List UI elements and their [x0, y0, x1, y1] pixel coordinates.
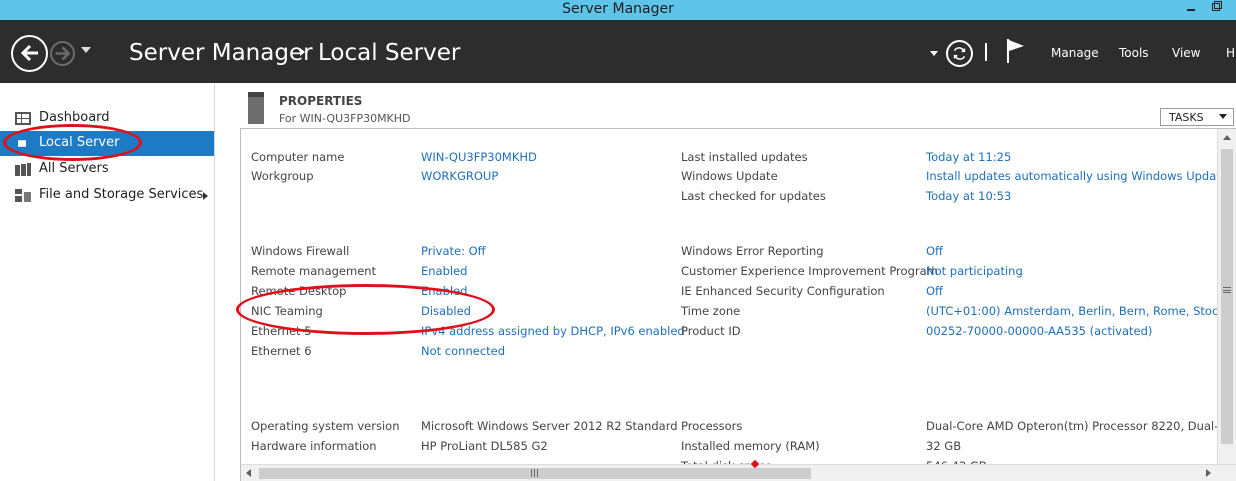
- prop-label-error-reporting: Windows Error Reporting: [681, 244, 824, 258]
- breadcrumb-local-server: Local Server: [318, 40, 461, 66]
- prop-value-ceip[interactable]: Not participating: [926, 264, 1023, 278]
- horizontal-scrollbar[interactable]: [241, 464, 1236, 481]
- prop-label-ethernet-6: Ethernet 6: [251, 344, 312, 358]
- server-tile-icon: [248, 92, 264, 124]
- prop-value-os-version: Microsoft Windows Server 2012 R2 Standar…: [421, 419, 678, 433]
- sidebar-item-label: All Servers: [39, 161, 109, 176]
- prop-label-workgroup: Workgroup: [251, 169, 314, 183]
- grip-icon: [531, 469, 538, 477]
- prop-label-windows-firewall: Windows Firewall: [251, 244, 350, 258]
- prop-label-last-installed-updates: Last installed updates: [681, 150, 808, 164]
- prop-value-processors: Dual-Core AMD Opteron(tm) Processor 8220…: [926, 419, 1236, 433]
- menu-view[interactable]: View: [1172, 46, 1200, 60]
- prop-value-error-reporting[interactable]: Off: [926, 244, 943, 258]
- prop-label-processors: Processors: [681, 419, 743, 433]
- restore-button[interactable]: [1204, 0, 1230, 20]
- minimize-button[interactable]: [1178, 0, 1204, 20]
- prop-label-installed-memory: Installed memory (RAM): [681, 439, 820, 453]
- scroll-right-icon[interactable]: [1206, 469, 1211, 477]
- dashboard-icon: [15, 112, 31, 125]
- server-icon: [18, 140, 26, 147]
- servers-icon: [15, 163, 31, 176]
- sidebar-item-local-server[interactable]: Local Server: [0, 131, 214, 156]
- prop-label-os-version: Operating system version: [251, 419, 400, 433]
- prop-value-nic-teaming[interactable]: Disabled: [421, 304, 471, 318]
- restore-icon: [1212, 1, 1222, 11]
- header-bar: Server Manager Local Server Manage Tools…: [0, 20, 1236, 83]
- menu-tools[interactable]: Tools: [1119, 46, 1149, 60]
- arrow-right-icon: [55, 46, 71, 61]
- prop-label-remote-desktop: Remote Desktop: [251, 284, 347, 298]
- menu-manage[interactable]: Manage: [1051, 46, 1099, 60]
- properties-subtitle: For WIN-QU3FP30MKHD: [279, 112, 411, 125]
- prop-value-computer-name[interactable]: WIN-QU3FP30MKHD: [421, 150, 537, 164]
- prop-value-windows-firewall[interactable]: Private: Off: [421, 244, 486, 258]
- vertical-scrollbar[interactable]: [1217, 129, 1236, 464]
- sidebar-item-label: Dashboard: [39, 110, 110, 125]
- prop-value-last-installed-updates[interactable]: Today at 11:25: [926, 150, 1011, 164]
- prop-value-ethernet-5[interactable]: IPv4 address assigned by DHCP, IPv6 enab…: [421, 324, 685, 338]
- sidebar-item-file-storage[interactable]: File and Storage Services: [0, 183, 214, 208]
- sidebar-item-label: Local Server: [39, 135, 120, 150]
- minimize-icon: [1187, 9, 1195, 11]
- vertical-scroll-thumb[interactable]: [1221, 149, 1233, 444]
- prop-label-computer-name: Computer name: [251, 150, 345, 164]
- chevron-down-icon: [1219, 114, 1227, 119]
- title-bar: Server Manager: [0, 0, 1236, 20]
- prop-label-time-zone: Time zone: [681, 304, 741, 318]
- properties-panel: Computer name WIN-QU3FP30MKHD Workgroup …: [240, 128, 1236, 481]
- prop-label-ethernet-5: Ethernet 5: [251, 324, 312, 338]
- history-dropdown-icon[interactable]: [81, 47, 91, 53]
- tasks-dropdown[interactable]: TASKS: [1160, 108, 1234, 126]
- prop-value-ethernet-6[interactable]: Not connected: [421, 344, 505, 358]
- header-divider: [985, 43, 987, 61]
- prop-label-product-id: Product ID: [681, 324, 741, 338]
- tasks-label: TASKS: [1169, 111, 1204, 124]
- notifications-flag-icon[interactable]: [1005, 37, 1027, 65]
- prop-value-installed-memory: 32 GB: [926, 439, 962, 453]
- scroll-left-icon[interactable]: [246, 469, 251, 477]
- forward-button[interactable]: [50, 41, 75, 66]
- prop-value-product-id[interactable]: 00252-70000-00000-AA535 (activated): [926, 324, 1152, 338]
- breadcrumb-separator-icon: [300, 48, 305, 56]
- storage-icon: [15, 189, 31, 202]
- menu-help[interactable]: H: [1226, 46, 1235, 60]
- window-title: Server Manager: [562, 1, 674, 17]
- prop-label-hardware-info: Hardware information: [251, 439, 377, 453]
- prop-label-ie-esc: IE Enhanced Security Configuration: [681, 284, 885, 298]
- sidebar-item-dashboard[interactable]: Dashboard: [0, 106, 214, 131]
- prop-label-ceip: Customer Experience Improvement Program: [681, 264, 938, 278]
- arrow-left-icon: [20, 44, 38, 62]
- prop-label-remote-management: Remote management: [251, 264, 377, 278]
- grip-icon: [1223, 287, 1231, 293]
- prop-value-workgroup[interactable]: WORKGROUP: [421, 169, 498, 183]
- refresh-button[interactable]: [946, 40, 973, 67]
- breadcrumb-server-manager[interactable]: Server Manager: [129, 40, 313, 66]
- sidebar-item-label: File and Storage Services: [39, 187, 204, 202]
- properties-title: PROPERTIES: [279, 94, 363, 108]
- refresh-icon: [953, 47, 966, 60]
- chevron-right-icon: [203, 192, 208, 200]
- prop-value-windows-update[interactable]: Install updates automatically using Wind…: [926, 169, 1228, 183]
- scrollbar-corner: [1217, 465, 1236, 481]
- prop-value-time-zone[interactable]: (UTC+01:00) Amsterdam, Berlin, Bern, Rom…: [926, 304, 1236, 318]
- prop-value-last-checked-updates[interactable]: Today at 10:53: [926, 189, 1011, 203]
- prop-value-ie-esc[interactable]: Off: [926, 284, 943, 298]
- prop-value-remote-desktop[interactable]: Enabled: [421, 284, 467, 298]
- prop-label-nic-teaming: NIC Teaming: [251, 304, 323, 318]
- prop-value-hardware-info: HP ProLiant DL585 G2: [421, 439, 548, 453]
- scroll-up-icon[interactable]: [1223, 135, 1231, 140]
- prop-label-last-checked-updates: Last checked for updates: [681, 189, 826, 203]
- sidebar: Dashboard Local Server All Servers File …: [0, 83, 215, 481]
- prop-value-remote-management[interactable]: Enabled: [421, 264, 467, 278]
- back-button[interactable]: [11, 35, 48, 72]
- sidebar-item-all-servers[interactable]: All Servers: [0, 157, 214, 182]
- prop-label-windows-update: Windows Update: [681, 169, 778, 183]
- refresh-dropdown-icon[interactable]: [930, 51, 938, 56]
